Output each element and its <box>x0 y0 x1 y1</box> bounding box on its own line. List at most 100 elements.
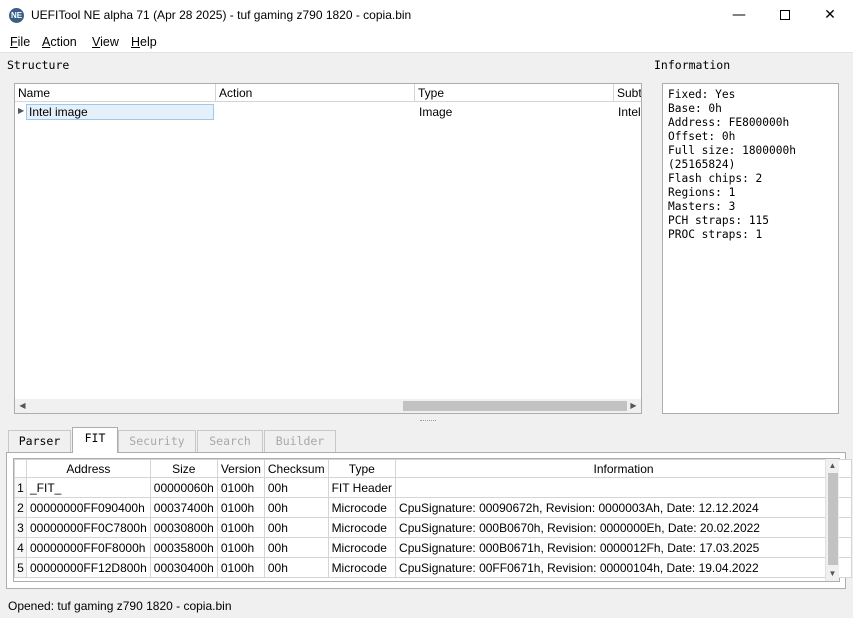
cell-type: Microcode <box>327 537 397 558</box>
structure-tree[interactable]: Name Action Type Subt ▶ Intel image Imag… <box>14 83 642 414</box>
minimize-icon: — <box>732 7 746 23</box>
window-title: UEFITool NE alpha 71 (Apr 28 2025) - tuf… <box>31 8 412 22</box>
row-number: 4 <box>14 537 27 558</box>
cell-version: 0100h <box>216 517 265 538</box>
expand-arrow-icon[interactable]: ▶ <box>18 106 24 115</box>
tab-fit[interactable]: FIT <box>72 427 118 453</box>
scroll-up-icon[interactable]: ▲ <box>826 459 839 472</box>
cell-checksum: 00h <box>263 477 329 498</box>
cell-size: 00000060h <box>149 477 218 498</box>
cell-information: CpuSignature: 000B0670h, Revision: 00000… <box>395 517 853 538</box>
menu-action-label: ction <box>50 35 77 49</box>
cell-size: 00035800h <box>149 537 218 558</box>
table-row[interactable]: 4 00000000FF0F8000h 00035800h 0100h 00h … <box>14 537 853 558</box>
app-icon: NE <box>9 8 24 23</box>
information-panel[interactable]: Fixed: Yes Base: 0h Address: FE800000h O… <box>662 83 839 414</box>
splitter-handle[interactable] <box>420 420 436 423</box>
cell-address: 00000000FF0C7800h <box>26 517 151 538</box>
fit-vscrollbar[interactable]: ▲ ▼ <box>825 459 839 581</box>
tree-row-type: Image <box>419 105 453 119</box>
cell-type: Microcode <box>327 557 397 578</box>
menu-help-accel: H <box>131 35 141 49</box>
title-bar: NE UEFITool NE alpha 71 (Apr 28 2025) - … <box>0 0 853 31</box>
structure-col-name[interactable]: Name <box>15 84 216 102</box>
maximize-icon <box>780 10 790 20</box>
cell-checksum: 00h <box>263 517 329 538</box>
tree-row[interactable]: ▶ Intel image Image Intel <box>15 103 641 121</box>
fit-table-header: Address Size Version Checksum Type Infor… <box>14 459 853 478</box>
table-row[interactable]: 2 00000000FF090400h 00037400h 0100h 00h … <box>14 497 853 518</box>
menu-bar: File Action View Help <box>0 31 853 53</box>
scroll-thumb[interactable] <box>403 401 627 411</box>
row-number: 5 <box>14 557 27 578</box>
information-text: Fixed: Yes Base: 0h Address: FE800000h O… <box>668 88 796 241</box>
cell-checksum: 00h <box>263 557 329 578</box>
menu-view-accel: V <box>92 35 101 49</box>
cell-information: CpuSignature: 00090672h, Revision: 00000… <box>395 497 853 518</box>
structure-label: Structure <box>7 58 70 72</box>
tab-parser[interactable]: Parser <box>8 430 71 452</box>
menu-file[interactable]: File <box>10 35 30 49</box>
cell-size: 00030400h <box>149 557 218 578</box>
cell-version: 0100h <box>216 497 265 518</box>
maximize-button[interactable] <box>762 0 808 31</box>
structure-header: Name Action Type Subt <box>15 84 641 102</box>
fit-table[interactable]: Address Size Version Checksum Type Infor… <box>14 459 853 578</box>
menu-help-label: elp <box>140 35 157 49</box>
cell-version: 0100h <box>216 477 265 498</box>
menu-view-label: iew <box>100 35 119 49</box>
scroll-down-icon[interactable]: ▼ <box>826 567 839 580</box>
fit-col-version[interactable]: Version <box>216 459 265 478</box>
close-icon: ✕ <box>824 7 836 23</box>
structure-col-type[interactable]: Type <box>415 84 614 102</box>
cell-version: 0100h <box>216 537 265 558</box>
cell-information <box>395 477 853 498</box>
cell-type: Microcode <box>327 517 397 538</box>
cell-checksum: 00h <box>263 537 329 558</box>
structure-hscrollbar[interactable]: ◀ ▶ <box>15 399 641 413</box>
fit-col-address[interactable]: Address <box>26 459 151 478</box>
cell-type: Microcode <box>327 497 397 518</box>
cell-address: _FIT_ <box>26 477 151 498</box>
cell-address: 00000000FF0F8000h <box>26 537 151 558</box>
tree-row-name[interactable]: Intel image <box>26 104 214 120</box>
cell-version: 0100h <box>216 557 265 578</box>
close-button[interactable]: ✕ <box>807 0 853 31</box>
row-number: 3 <box>14 517 27 538</box>
minimize-button[interactable]: — <box>716 0 762 31</box>
table-row[interactable]: 5 00000000FF12D800h 00030400h 0100h 00h … <box>14 557 853 578</box>
cell-type: FIT Header <box>327 477 397 498</box>
information-label: Information <box>654 58 731 72</box>
row-number: 2 <box>14 497 27 518</box>
cell-size: 00030800h <box>149 517 218 538</box>
tab-search: Search <box>197 430 263 452</box>
row-number: 1 <box>14 477 27 498</box>
cell-information: CpuSignature: 00FF0671h, Revision: 00000… <box>395 557 853 578</box>
cell-address: 00000000FF090400h <box>26 497 151 518</box>
scroll-right-icon[interactable]: ▶ <box>627 399 640 412</box>
cell-information: CpuSignature: 000B0671h, Revision: 00000… <box>395 537 853 558</box>
fit-col-information[interactable]: Information <box>395 459 853 478</box>
fit-scroll-thumb[interactable] <box>828 473 838 565</box>
table-row[interactable]: 3 00000000FF0C7800h 00030800h 0100h 00h … <box>14 517 853 538</box>
menu-file-label: ile <box>17 35 31 49</box>
cell-checksum: 00h <box>263 497 329 518</box>
scroll-left-icon[interactable]: ◀ <box>16 399 29 412</box>
menu-action[interactable]: Action <box>42 35 77 49</box>
status-bar-text: Opened: tuf gaming z790 1820 - copia.bin <box>8 599 232 613</box>
structure-col-action[interactable]: Action <box>216 84 415 102</box>
menu-file-accel: F <box>10 35 18 49</box>
structure-col-subtype[interactable]: Subt <box>614 84 641 102</box>
fit-col-type[interactable]: Type <box>327 459 397 478</box>
cell-size: 00037400h <box>149 497 218 518</box>
tab-builder: Builder <box>264 430 336 452</box>
fit-corner <box>14 459 27 478</box>
table-row[interactable]: 1 _FIT_ 00000060h 0100h 00h FIT Header <box>14 477 853 498</box>
tab-security: Security <box>118 430 196 452</box>
cell-address: 00000000FF12D800h <box>26 557 151 578</box>
fit-col-size[interactable]: Size <box>149 459 218 478</box>
tree-row-subtype: Intel <box>618 105 641 119</box>
menu-help[interactable]: Help <box>131 35 157 49</box>
menu-view[interactable]: View <box>92 35 119 49</box>
fit-col-checksum[interactable]: Checksum <box>263 459 329 478</box>
